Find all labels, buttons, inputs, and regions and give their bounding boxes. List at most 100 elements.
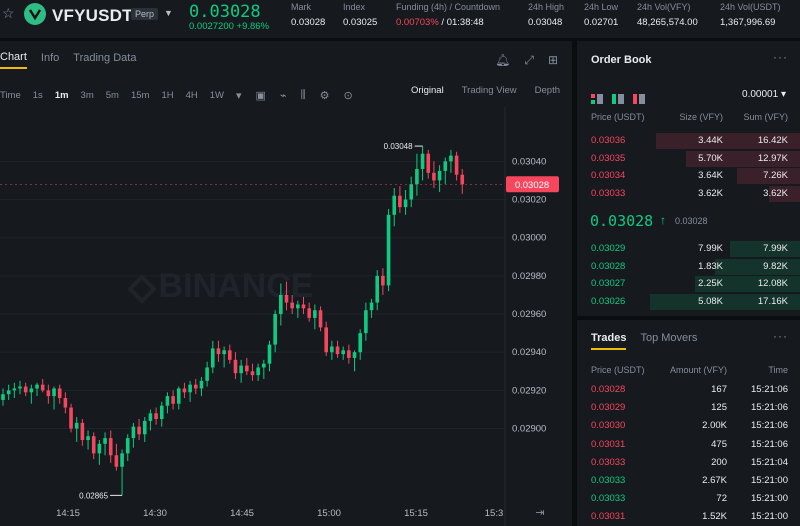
- timeframe-4h[interactable]: 4H: [186, 90, 198, 101]
- candle-body: [454, 155, 459, 175]
- trade-row: 0.03031 475 15:21:06: [577, 436, 800, 454]
- candle-body: [449, 155, 453, 162]
- ob-size: 3.64K: [698, 170, 723, 182]
- last-price: 0.03028: [189, 2, 261, 22]
- candle-body: [222, 350, 226, 355]
- tab-chart[interactable]: Chart: [0, 51, 27, 69]
- candle-body: [262, 363, 266, 368]
- candle-body: [364, 310, 368, 334]
- view-depth[interactable]: Depth: [535, 85, 560, 96]
- candle-body: [23, 386, 28, 393]
- timeframe-1w[interactable]: 1W: [210, 90, 224, 101]
- bid-row[interactable]: 0.03026 5.08K 17.16K: [577, 293, 800, 311]
- trade-price: 0.03033: [591, 493, 626, 505]
- candle-body: [97, 443, 102, 454]
- x-tick-label: 15:00: [317, 508, 341, 519]
- stat-label: Index: [343, 2, 366, 12]
- tick-size-select[interactable]: 0.00001 ▾: [742, 89, 786, 100]
- calendar-icon[interactable]: ▣: [256, 89, 266, 102]
- tab-trades[interactable]: Trades: [591, 332, 627, 350]
- ob-mid-price[interactable]: 0.03028: [590, 212, 653, 230]
- candle-body: [443, 161, 448, 171]
- ob-price: 0.03035: [591, 152, 626, 164]
- ask-row[interactable]: 0.03035 5.70K 12.97K: [577, 150, 800, 168]
- ob-price: 0.03027: [591, 278, 626, 290]
- stat-label: Mark: [291, 2, 311, 12]
- stat-label: 24h High: [528, 2, 565, 12]
- symbol-name[interactable]: VFYUSDT: [52, 6, 133, 26]
- trade-price: 0.03029: [591, 402, 626, 414]
- y-tick-label: 0.02920: [512, 385, 546, 396]
- candle-body: [460, 174, 465, 185]
- tab-trading-data[interactable]: Trading Data: [73, 52, 136, 68]
- both-sides-icon[interactable]: [591, 91, 603, 104]
- bid-row[interactable]: 0.03029 7.99K 7.99K: [577, 240, 800, 258]
- timeframe-1m[interactable]: 1m: [55, 90, 69, 101]
- candle-body: [74, 422, 79, 429]
- symbol-dropdown-icon[interactable]: ▼: [164, 8, 173, 18]
- ob-size: 3.62K: [698, 188, 723, 200]
- indicator-icon[interactable]: ⌁: [280, 89, 287, 102]
- bell-icon[interactable]: 🔔︎: [495, 53, 510, 68]
- timeframe-3m[interactable]: 3m: [81, 90, 94, 101]
- drawing-tools-icon[interactable]: ⊙: [344, 89, 353, 102]
- ob-size: 3.44K: [698, 135, 723, 146]
- order-book-panel: Order Book ··· 0.00001 ▾ Price (USDT) Si…: [577, 41, 800, 316]
- settings-icon[interactable]: ⚙︎: [320, 89, 330, 102]
- candle-body: [437, 170, 442, 181]
- expand-icon[interactable]: ⤢: [524, 53, 534, 68]
- low-marker-label: 0.02865: [79, 491, 108, 500]
- ob-header-sum: Sum (VFY): [743, 112, 788, 122]
- trade-row: 0.03033 200 15:21:04: [577, 454, 800, 472]
- trade-amount: 2.67K: [702, 475, 727, 486]
- candle-body: [279, 294, 283, 315]
- view-original[interactable]: Original: [411, 85, 444, 96]
- candle-body: [171, 396, 175, 404]
- favorite-star-icon[interactable]: ☆: [2, 6, 16, 20]
- tab-info[interactable]: Info: [41, 52, 59, 68]
- order-book-more-icon[interactable]: ···: [773, 50, 788, 64]
- asks-only-icon[interactable]: [633, 91, 645, 104]
- candle-type-icon[interactable]: ⫼: [301, 89, 306, 102]
- timeframe-dropdown-icon[interactable]: ▾: [236, 89, 242, 102]
- ask-row[interactable]: 0.03033 3.62K 3.62K: [577, 185, 800, 203]
- ask-row[interactable]: 0.03034 3.64K 7.26K: [577, 167, 800, 185]
- stat-funding[interactable]: Funding (4h) / Countdown 0.00703% / 01:3…: [396, 2, 500, 28]
- trade-row: 0.03030 2.00K 15:21:06: [577, 417, 800, 435]
- trade-time: 15:21:00: [751, 475, 788, 486]
- timeframe-1s[interactable]: 1s: [33, 90, 43, 101]
- chevron-down-icon: ▾: [780, 89, 786, 100]
- candle-body: [403, 199, 408, 208]
- candlestick-chart[interactable]: BINANCE 0.03040 0.03020 0.03000 0.02980 0.02…: [0, 107, 572, 526]
- layout-grid-icon[interactable]: ⊞: [548, 53, 558, 68]
- chart-watermark: BINANCE: [159, 267, 314, 305]
- order-book-view-toggles: [591, 91, 645, 104]
- trade-price: 0.03033: [591, 475, 626, 486]
- candle-body: [125, 438, 130, 454]
- ob-sum: 9.82K: [763, 260, 788, 272]
- trade-time: 15:21:00: [751, 511, 788, 523]
- view-trading-view[interactable]: Trading View: [462, 85, 517, 96]
- tab-top-movers[interactable]: Top Movers: [640, 332, 697, 350]
- trades-more-icon[interactable]: ···: [773, 329, 788, 343]
- candle-body: [381, 275, 385, 286]
- candle-body: [205, 367, 209, 381]
- ob-sum: 16.42K: [757, 135, 788, 146]
- ob-size: 7.99K: [698, 243, 723, 254]
- scroll-to-latest-icon[interactable]: ⇥: [535, 507, 544, 519]
- bid-row[interactable]: 0.03027 2.25K 12.08K: [577, 275, 800, 293]
- timeframe-5m[interactable]: 5m: [106, 90, 119, 101]
- stat-value: 0.00703% / 01:38:48: [396, 17, 500, 28]
- chart-watermark-logo: [127, 274, 157, 304]
- timeframe-15m[interactable]: 15m: [131, 90, 149, 101]
- bid-row[interactable]: 0.03028 1.83K 9.82K: [577, 258, 800, 276]
- candle-body: [69, 407, 73, 429]
- candle-body: [18, 386, 22, 389]
- candle-body: [228, 350, 232, 360]
- ask-row[interactable]: 0.03036 3.44K 16.42K: [577, 132, 800, 150]
- candle-body: [91, 436, 96, 454]
- candle-body: [267, 344, 272, 364]
- stat-value: 48,265,574.00: [637, 17, 698, 28]
- bids-only-icon[interactable]: [612, 91, 624, 104]
- timeframe-1h[interactable]: 1H: [161, 90, 173, 101]
